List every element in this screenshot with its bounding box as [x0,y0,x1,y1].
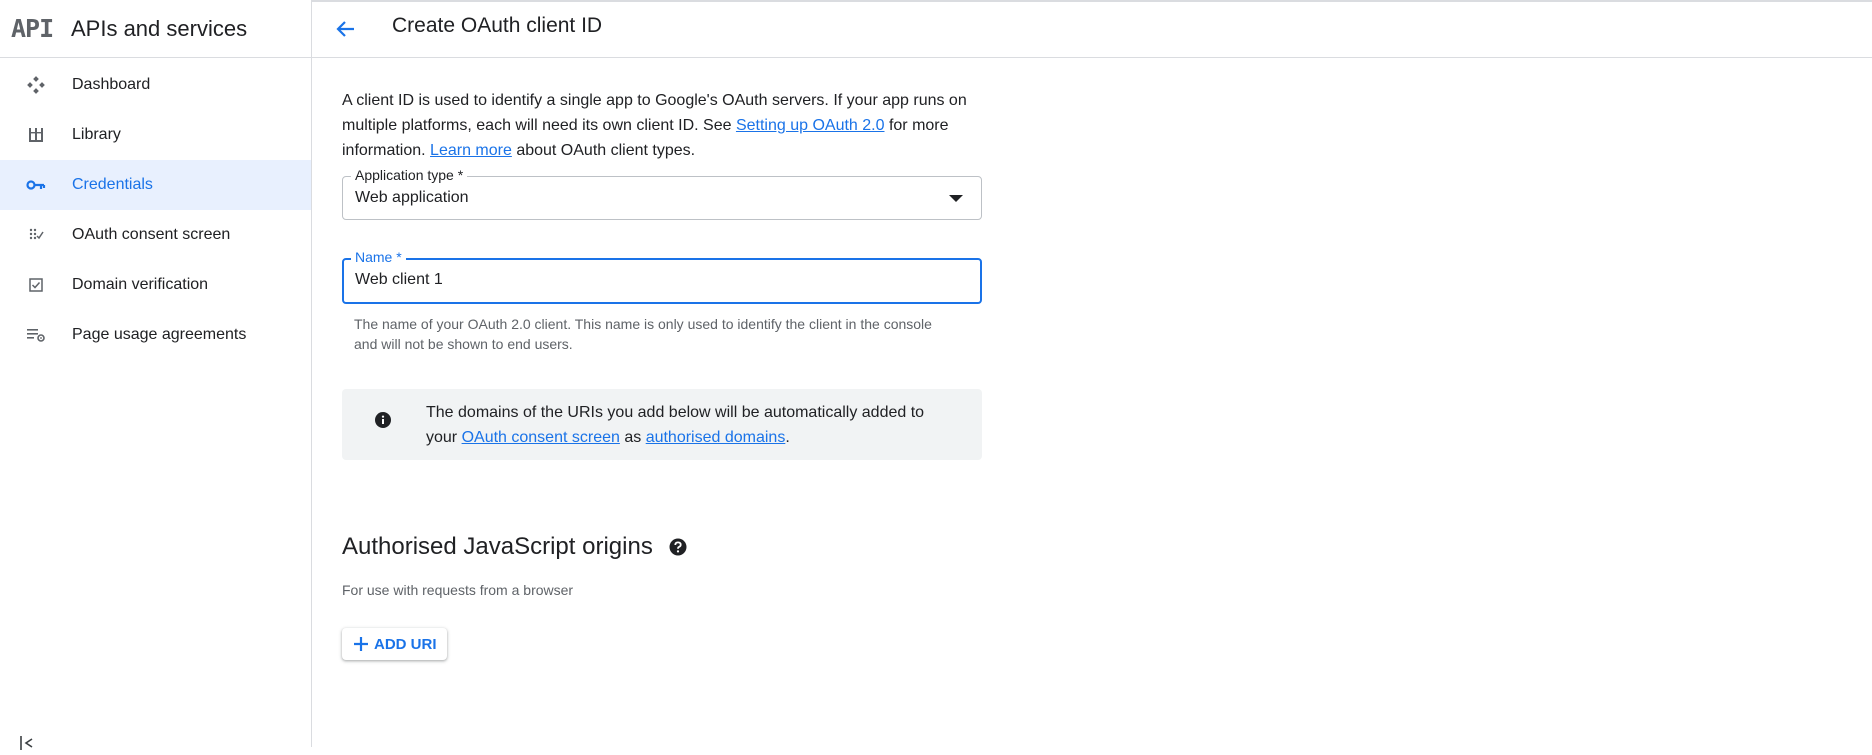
page-title: Create OAuth client ID [392,14,603,37]
dashboard-icon [0,76,72,94]
back-arrow-icon[interactable] [332,15,360,43]
consent-icon [0,227,72,243]
application-type-label: Application type * [351,167,468,183]
application-type-value: Web application [355,189,469,206]
js-origins-title: Authorised JavaScript origins [342,533,653,560]
intro-text-part: about OAuth client types. [511,142,696,159]
add-uri-label: ADD URI [374,635,437,653]
name-input[interactable] [355,271,955,289]
oauth-consent-screen-link[interactable]: OAuth consent screen [462,429,620,446]
name-field[interactable]: Name * [342,249,982,304]
settings-list-icon [0,327,72,343]
js-origins-heading: Authorised JavaScript origins [342,533,982,561]
sidebar-item-library[interactable]: Library [0,110,311,160]
info-text: The domains of the URIs you add below wi… [426,400,946,450]
page-header: Create OAuth client ID [312,0,1872,58]
sidebar: API APIs and services Dashboard Library … [0,0,312,750]
info-banner: The domains of the URIs you add below wi… [342,389,982,460]
sidebar-item-page-usage[interactable]: Page usage agreements [0,310,311,360]
sidebar-item-credentials[interactable]: Credentials [0,160,311,210]
sidebar-item-label: Domain verification [72,276,209,293]
key-icon [0,179,72,191]
sidebar-item-dashboard[interactable]: Dashboard [0,60,311,110]
js-origins-subtitle: For use with requests from a browser [342,582,574,598]
sidebar-item-label: OAuth consent screen [72,226,231,243]
collapse-sidebar-icon[interactable] [20,736,34,755]
intro-text: A client ID is used to identify a single… [342,88,982,163]
sidebar-item-oauth-consent[interactable]: OAuth consent screen [0,210,311,260]
sidebar-item-label: Page usage agreements [72,326,247,343]
info-text-part: as [619,429,646,446]
product-title: APIs and services [71,15,248,41]
sidebar-item-domain-verification[interactable]: Domain verification [0,260,311,310]
setting-up-oauth-link[interactable]: Setting up OAuth 2.0 [736,117,885,134]
checkbox-icon [0,278,72,292]
learn-more-link[interactable]: Learn more [430,142,512,159]
sidebar-header: API APIs and services [0,0,311,58]
name-field-label: Name * [351,249,406,265]
sidebar-item-label: Credentials [72,176,153,193]
application-type-select[interactable]: Application type * Web application [342,167,982,220]
authorised-domains-link[interactable]: authorised domains [646,429,786,446]
name-field-hint: The name of your OAuth 2.0 client. This … [354,316,932,352]
sidebar-item-label: Dashboard [72,76,151,93]
plus-icon [354,637,368,651]
dropdown-arrow-icon [949,195,963,202]
info-icon [375,412,391,433]
sidebar-item-label: Library [72,126,121,143]
help-icon[interactable] [669,538,687,556]
main-content: A client ID is used to identify a single… [342,88,982,660]
info-text-part: . [785,429,790,446]
api-logo: API [11,14,54,43]
add-uri-button[interactable]: ADD URI [342,628,447,660]
library-icon [0,127,72,143]
